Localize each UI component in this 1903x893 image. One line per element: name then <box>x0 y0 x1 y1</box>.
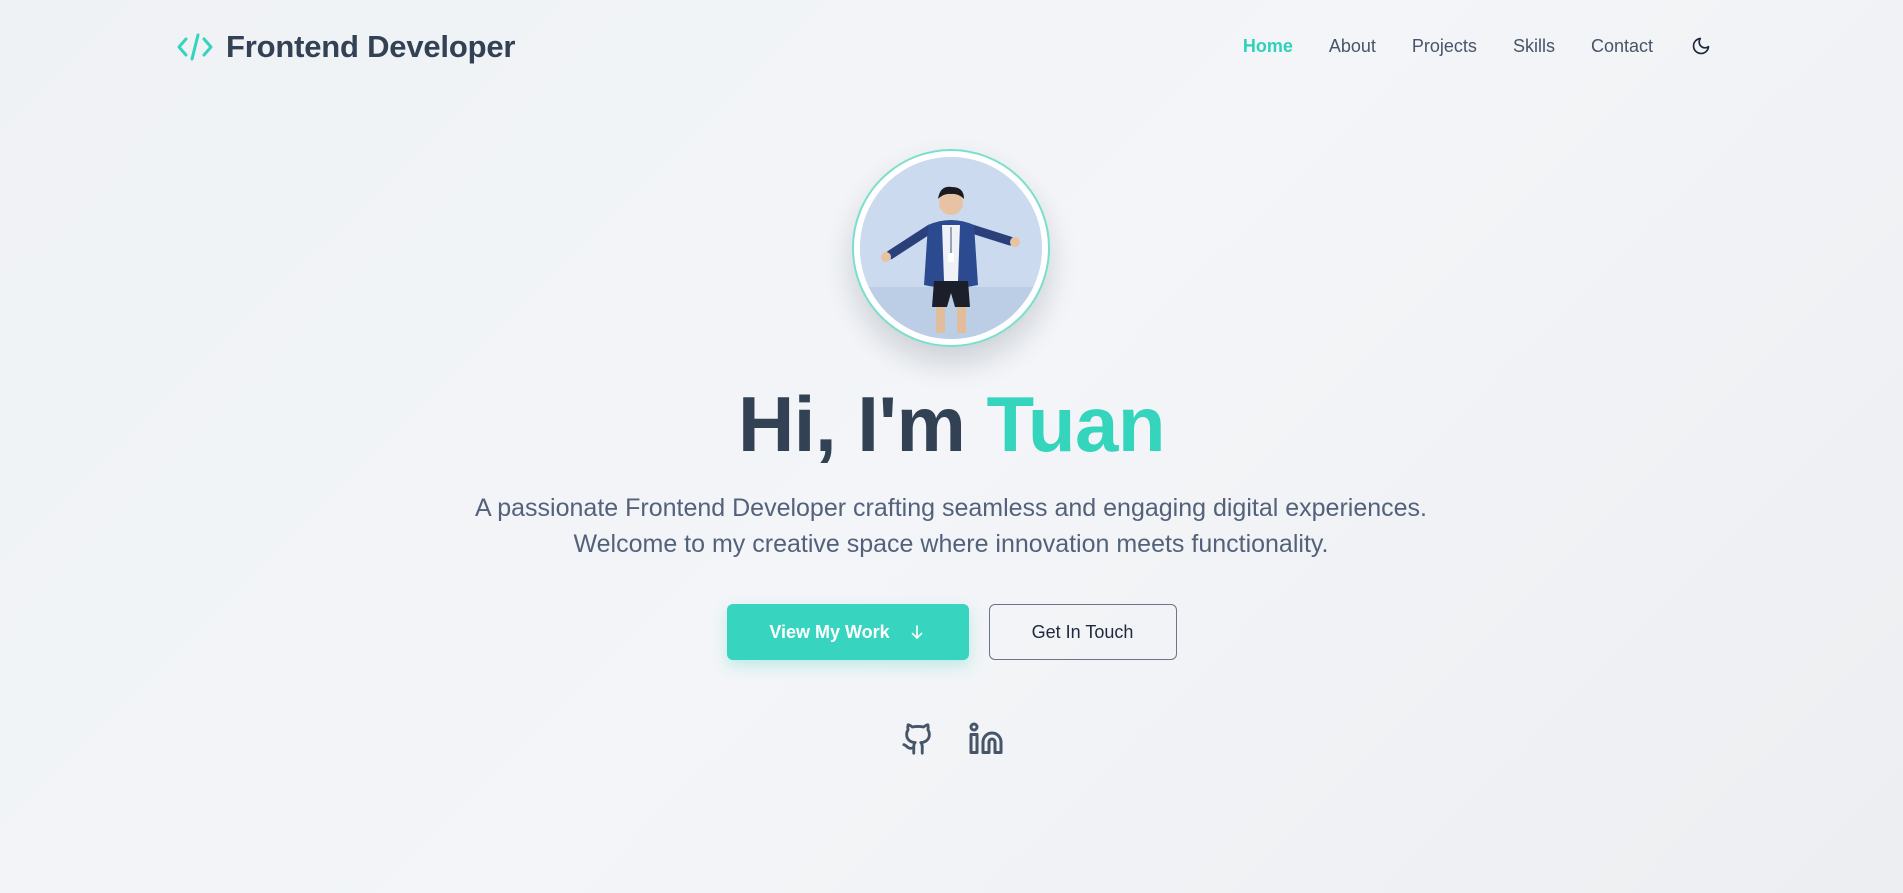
avatar <box>852 149 1050 347</box>
hero-actions: View My Work Get In Touch <box>0 604 1903 660</box>
linkedin-icon <box>969 722 1002 754</box>
hero-heading-name: Tuan <box>986 380 1166 468</box>
linkedin-link[interactable] <box>967 718 1005 760</box>
main-nav: Home About Projects Skills Contact <box>1243 34 1713 58</box>
nav-item-projects[interactable]: Projects <box>1412 36 1477 57</box>
hero-heading: Hi, I'm Tuan <box>0 378 1903 470</box>
github-icon <box>901 723 931 755</box>
hero-description: A passionate Frontend Developer crafting… <box>475 494 1427 558</box>
social-links <box>0 718 1903 760</box>
nav-item-skills[interactable]: Skills <box>1513 36 1555 57</box>
hero-heading-prefix: Hi, I'm <box>737 380 987 468</box>
view-my-work-label: View My Work <box>769 621 890 642</box>
nav-item-contact[interactable]: Contact <box>1591 36 1653 57</box>
nav-item-home[interactable]: Home <box>1243 36 1293 57</box>
view-my-work-button[interactable]: View My Work <box>726 604 969 660</box>
brand-name: Frontend Developer <box>226 29 516 64</box>
moon-icon <box>1692 37 1710 55</box>
site-header: Frontend Developer Home About Projects S… <box>0 0 1903 96</box>
arrow-down-icon <box>911 625 923 639</box>
profile-photo <box>860 157 1042 339</box>
github-link[interactable] <box>899 718 937 760</box>
theme-toggle-button[interactable] <box>1689 34 1713 58</box>
nav-item-about[interactable]: About <box>1329 36 1376 57</box>
get-in-touch-button[interactable]: Get In Touch <box>988 604 1177 660</box>
code-icon <box>176 28 214 66</box>
brand-logo-link[interactable]: Frontend Developer <box>176 28 515 66</box>
